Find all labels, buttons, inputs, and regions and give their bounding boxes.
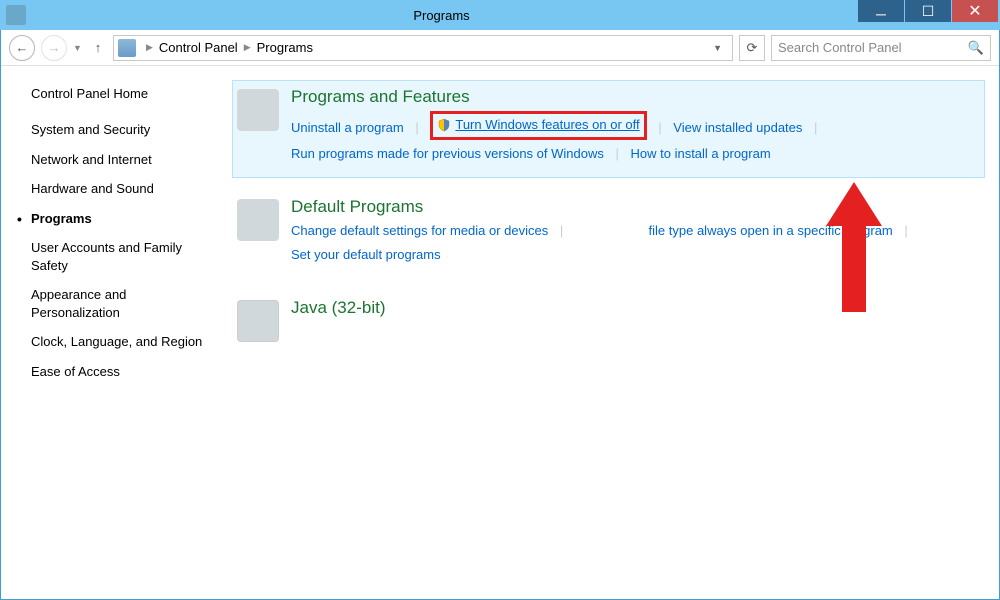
sidebar-item-network-internet[interactable]: Network and Internet [31, 151, 216, 169]
sidebar-item-programs[interactable]: Programs [31, 210, 216, 228]
search-placeholder: Search Control Panel [778, 40, 902, 55]
set-default-programs-link[interactable]: Set your default programs [291, 245, 441, 266]
window-frame: ← → ▼ ↑ ▶ Control Panel ▶ Programs ▼ ⟳ S… [0, 30, 1000, 600]
shield-icon [437, 118, 451, 132]
sidebar-item-appearance[interactable]: Appearance and Personalization [31, 286, 216, 321]
forward-button[interactable]: → [41, 35, 67, 61]
minimize-button[interactable] [858, 0, 904, 22]
sidebar-item-clock-language[interactable]: Clock, Language, and Region [31, 333, 216, 351]
window-controls [857, 0, 998, 22]
view-installed-updates-link[interactable]: View installed updates [673, 118, 802, 139]
close-button[interactable] [952, 0, 998, 22]
history-dropdown[interactable]: ▼ [73, 43, 83, 53]
sidebar-home[interactable]: Control Panel Home [31, 86, 216, 101]
breadcrumb-sep: ▶ [142, 42, 157, 53]
uninstall-program-link[interactable]: Uninstall a program [291, 118, 404, 139]
change-default-settings-link[interactable]: Change default settings for media or dev… [291, 221, 548, 242]
run-previous-versions-link[interactable]: Run programs made for previous versions … [291, 144, 604, 165]
sidebar-item-ease-of-access[interactable]: Ease of Access [31, 363, 216, 381]
sidebar-item-system-security[interactable]: System and Security [31, 121, 216, 139]
breadcrumb-root[interactable]: Control Panel [157, 40, 240, 55]
search-box[interactable]: Search Control Panel 🔍 [771, 35, 991, 61]
annotation-arrow [826, 182, 882, 312]
search-icon: 🔍 [968, 40, 984, 56]
up-button[interactable]: ↑ [89, 39, 107, 57]
sidebar: Control Panel Home System and Security N… [1, 66, 226, 599]
window-title: Programs [26, 8, 857, 23]
programs-features-icon [237, 89, 279, 131]
breadcrumb-sep: ▶ [240, 42, 255, 53]
titlebar: Programs [0, 0, 1000, 30]
turn-windows-features-link[interactable]: Turn Windows features on or off [455, 115, 639, 136]
programs-features-title[interactable]: Programs and Features [291, 87, 976, 107]
address-bar[interactable]: ▶ Control Panel ▶ Programs ▼ [113, 35, 733, 61]
body: Control Panel Home System and Security N… [1, 66, 999, 599]
annotation-highlight-box: Turn Windows features on or off [430, 111, 646, 140]
section-programs-features: Programs and Features Uninstall a progra… [232, 80, 985, 178]
address-dropdown[interactable]: ▼ [707, 43, 728, 53]
breadcrumb-current[interactable]: Programs [255, 40, 315, 55]
control-panel-icon [118, 39, 136, 57]
navbar: ← → ▼ ↑ ▶ Control Panel ▶ Programs ▼ ⟳ S… [1, 30, 999, 66]
system-icon [6, 5, 26, 25]
sidebar-item-hardware-sound[interactable]: Hardware and Sound [31, 180, 216, 198]
sidebar-item-user-accounts[interactable]: User Accounts and Family Safety [31, 239, 216, 274]
back-button[interactable]: ← [9, 35, 35, 61]
content: Programs and Features Uninstall a progra… [226, 66, 999, 599]
maximize-button[interactable] [905, 0, 951, 22]
default-programs-icon [237, 199, 279, 241]
java-icon [237, 300, 279, 342]
how-to-install-link[interactable]: How to install a program [631, 144, 771, 165]
refresh-button[interactable]: ⟳ [739, 35, 765, 61]
